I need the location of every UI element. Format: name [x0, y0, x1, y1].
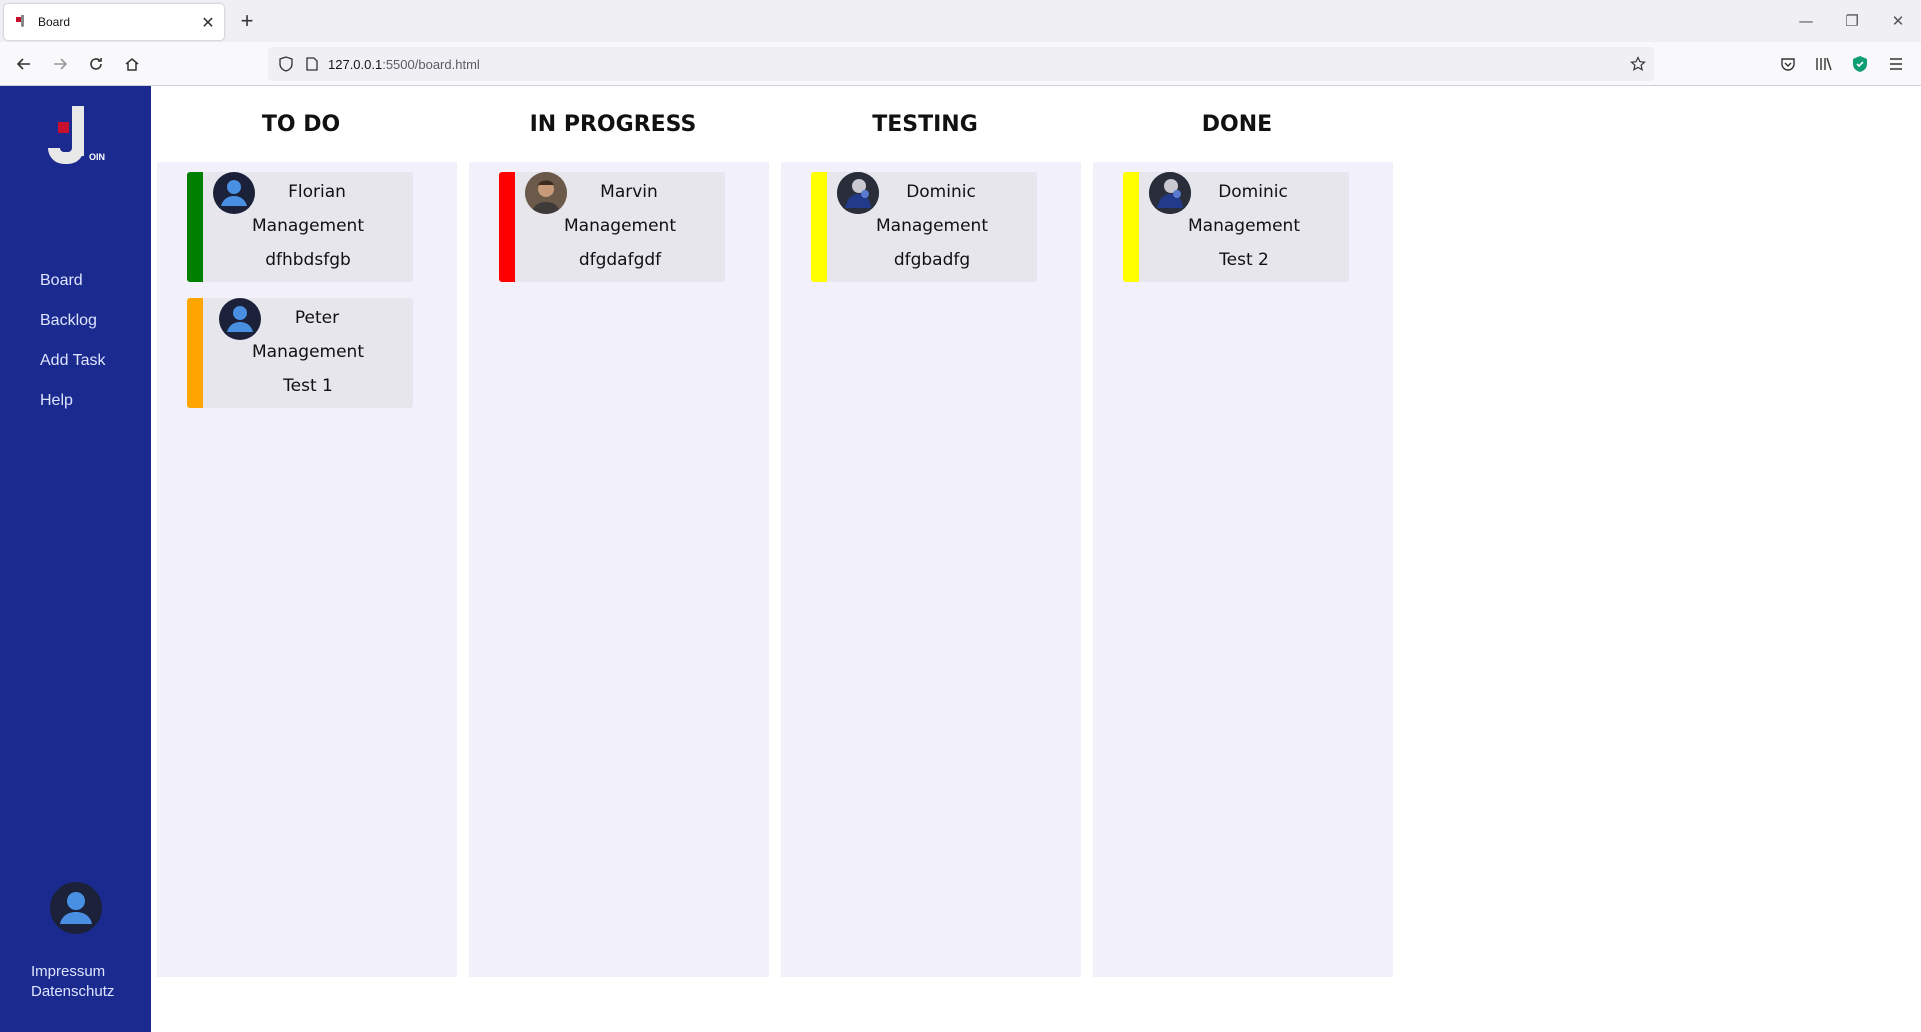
join-logo[interactable]: OIN [44, 106, 110, 180]
column-dropzone[interactable]: Dominic Management Test 2 [1093, 162, 1393, 977]
browser-navbar: 127.0.0.1:5500/board.html [0, 42, 1921, 86]
card-category: Management [876, 216, 988, 236]
photo-icon [837, 172, 879, 214]
column-title: TO DO [261, 112, 341, 137]
browser-tab[interactable]: Board ✕ [4, 4, 224, 40]
sidebar: OIN Board Backlog Add Task Help Impressu… [0, 86, 151, 1032]
user-icon [227, 306, 253, 332]
card-title: dfhbdsfgb [265, 250, 351, 270]
column-dropzone[interactable]: Florian Management dfhbdsfgb Peter Manag… [157, 162, 457, 977]
task-card[interactable]: Marvin Management dfgdafgdf [499, 172, 725, 282]
card-category: Management [1188, 216, 1300, 236]
favicon-icon [14, 14, 30, 30]
sidebar-item-help[interactable]: Help [40, 381, 106, 421]
card-category: Management [564, 216, 676, 236]
assignee-avatar [219, 298, 261, 340]
card-title: dfgdafgdf [578, 250, 662, 270]
card-assignee-name: Dominic [1218, 182, 1288, 202]
card-assignee-name: Marvin [600, 182, 658, 202]
sidebar-item-board[interactable]: Board [40, 261, 106, 301]
card-title: Test 1 [283, 376, 333, 396]
tab-close-icon[interactable]: ✕ [196, 13, 220, 32]
task-card[interactable]: Florian Management dfhbdsfgb [187, 172, 413, 282]
bookmark-star-icon[interactable] [1630, 56, 1646, 72]
user-icon [60, 892, 92, 924]
sidebar-item-add-task[interactable]: Add Task [40, 341, 106, 381]
task-card[interactable]: Peter Management Test 1 [187, 298, 413, 408]
card-assignee-name: Peter [294, 308, 340, 328]
sidebar-item-backlog[interactable]: Backlog [40, 301, 106, 341]
urgency-stripe [187, 298, 203, 408]
pocket-icon[interactable] [1774, 50, 1802, 78]
user-avatar[interactable] [50, 882, 102, 934]
task-card[interactable]: Dominic Management dfgbadfg [811, 172, 1037, 282]
urgency-stripe [499, 172, 515, 282]
column-title: TESTING [872, 112, 978, 137]
extension-shield-icon[interactable] [1846, 50, 1874, 78]
photo-icon [1149, 172, 1191, 214]
column-dropzone[interactable]: Dominic Management dfgbadfg [781, 162, 1081, 977]
task-card[interactable]: Dominic Management Test 2 [1123, 172, 1349, 282]
footer-links: Impressum Datenschutz [31, 962, 114, 1002]
urgency-stripe [811, 172, 827, 282]
column-title: IN PROGRESS [529, 112, 697, 137]
column-dropzone[interactable]: Marvin Management dfgdafgdf [469, 162, 769, 977]
url-text[interactable]: 127.0.0.1:5500/board.html [328, 57, 480, 72]
assignee-photo-avatar [525, 172, 567, 214]
user-icon [221, 180, 247, 206]
restore-icon[interactable]: ❐ [1829, 6, 1875, 36]
card-category: Management [252, 342, 364, 362]
hamburger-menu-icon[interactable] [1882, 50, 1910, 78]
shield-icon[interactable] [278, 56, 294, 72]
forward-arrow-icon[interactable] [46, 50, 74, 78]
assignee-avatar [213, 172, 255, 214]
impressum-link[interactable]: Impressum [31, 962, 114, 982]
column-title: DONE [1201, 112, 1273, 137]
browser-tabbar: Board ✕ + — ❐ ✕ [0, 0, 1921, 42]
new-tab-button[interactable]: + [234, 8, 260, 34]
back-arrow-icon[interactable] [10, 50, 38, 78]
assignee-photo-avatar [837, 172, 879, 214]
card-category: Management [252, 216, 364, 236]
page-icon[interactable] [304, 56, 320, 72]
tab-title: Board [38, 15, 71, 29]
url-bar[interactable]: 127.0.0.1:5500/board.html [268, 47, 1654, 81]
home-icon[interactable] [118, 50, 146, 78]
card-title: dfgbadfg [893, 250, 971, 270]
urgency-stripe [187, 172, 203, 282]
urgency-stripe [1123, 172, 1139, 282]
close-window-icon[interactable]: ✕ [1875, 6, 1921, 36]
sidebar-menu: Board Backlog Add Task Help [40, 261, 106, 421]
library-icon[interactable] [1810, 50, 1838, 78]
reload-icon[interactable] [82, 50, 110, 78]
minimize-icon[interactable]: — [1783, 6, 1829, 36]
card-assignee-name: Dominic [906, 182, 976, 202]
assignee-photo-avatar [1149, 172, 1191, 214]
photo-icon [525, 172, 567, 214]
card-assignee-name: Florian [288, 182, 346, 202]
datenschutz-link[interactable]: Datenschutz [31, 982, 114, 1002]
card-title: Test 2 [1219, 250, 1269, 270]
